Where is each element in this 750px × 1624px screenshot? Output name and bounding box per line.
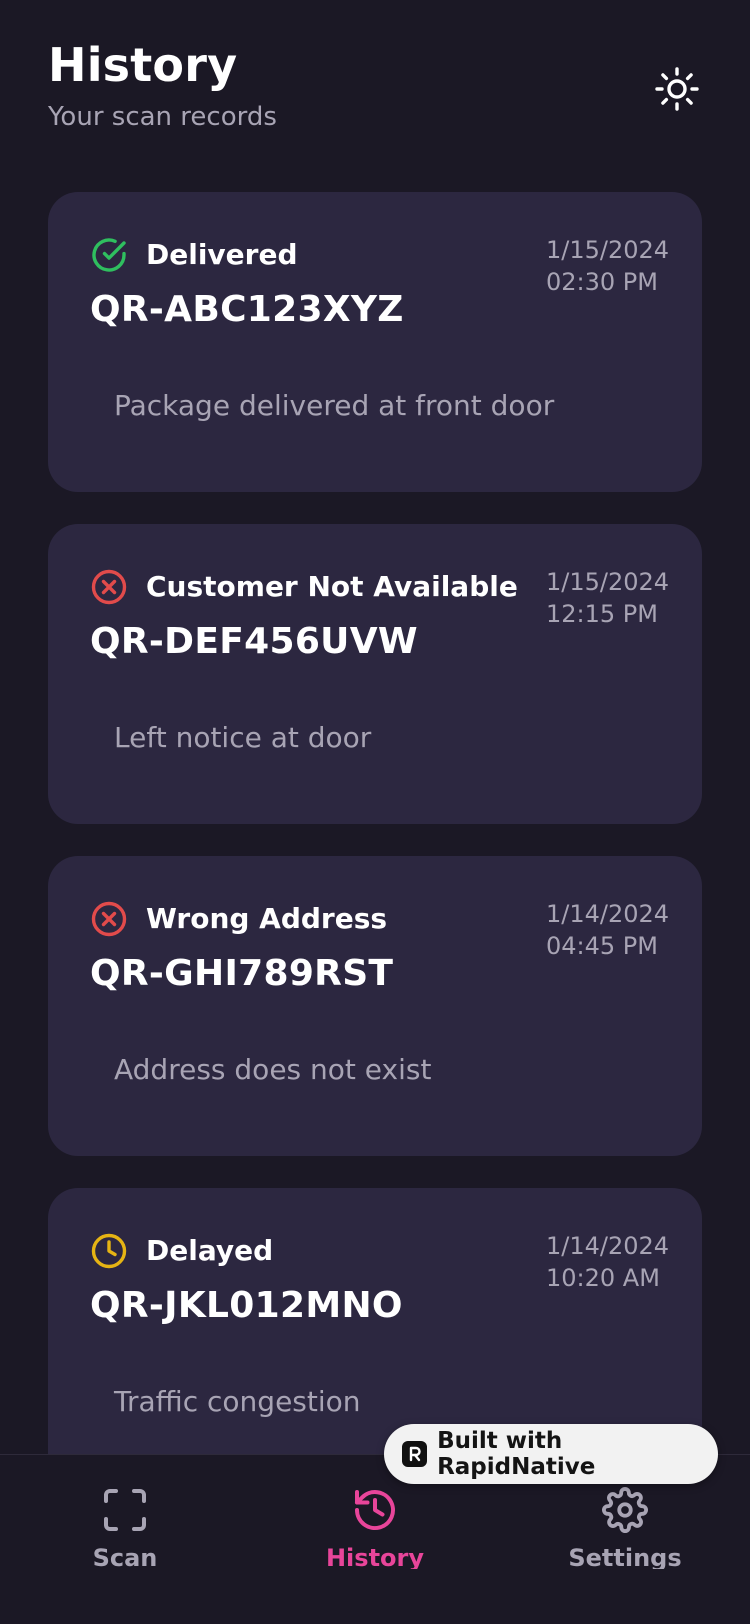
record-date: 1/14/2024	[546, 900, 670, 928]
x-circle-icon	[91, 569, 127, 605]
record-code: QR-ABC123XYZ	[90, 289, 404, 330]
rapidnative-logo	[402, 1441, 428, 1467]
record-time: 10:20 AM	[546, 1264, 660, 1292]
history-screen: History Your scan records Delivered 1/15…	[0, 0, 750, 1624]
record-datetime: 1/14/2024 04:45 PM	[546, 898, 669, 962]
record-code: QR-DEF456UVW	[90, 621, 418, 662]
record-date: 1/14/2024	[546, 1232, 670, 1260]
status-label: Customer Not Available	[146, 570, 518, 603]
built-with-badge[interactable]: Built with RapidNative	[384, 1424, 718, 1484]
status-label: Delivered	[146, 238, 298, 271]
nav-item-scan[interactable]: Scan	[50, 1487, 200, 1587]
record-date: 1/15/2024	[546, 236, 670, 264]
check-circle-icon	[92, 238, 126, 272]
record-datetime: 1/15/2024 12:15 PM	[546, 566, 669, 630]
record-note: Address does not exist	[114, 1053, 432, 1086]
clock-icon	[91, 1233, 127, 1269]
record-code: QR-JKL012MNO	[90, 1285, 403, 1326]
history-icon	[354, 1490, 395, 1531]
gear-icon	[602, 1487, 648, 1533]
record-datetime: 1/14/2024 10:20 AM	[546, 1230, 669, 1294]
header: History Your scan records	[48, 36, 277, 132]
nav-label: Settings	[568, 1544, 682, 1569]
nav-item-settings[interactable]: Settings	[550, 1487, 700, 1587]
badge-label: Built with RapidNative	[437, 1428, 596, 1480]
status-label: Wrong Address	[146, 902, 388, 935]
nav-item-history[interactable]: History	[300, 1487, 450, 1587]
records-list: Delivered 1/15/2024 02:30 PM QR-ABC123XY…	[48, 192, 702, 1520]
record-time: 02:30 PM	[546, 268, 658, 296]
record-time: 04:45 PM	[546, 932, 658, 960]
theme-toggle-button[interactable]	[652, 64, 702, 114]
nav-label: Scan	[92, 1544, 158, 1569]
record-note: Package delivered at front door	[114, 389, 555, 422]
scan-frame-icon	[104, 1489, 146, 1531]
status-label: Delayed	[146, 1234, 274, 1267]
record-card[interactable]: Wrong Address 1/14/2024 04:45 PM QR-GHI7…	[48, 856, 702, 1156]
page-title: History	[48, 38, 238, 92]
record-date: 1/15/2024	[546, 568, 670, 596]
record-datetime: 1/15/2024 02:30 PM	[546, 234, 669, 298]
record-card[interactable]: Customer Not Available 1/15/2024 12:15 P…	[48, 524, 702, 824]
record-note: Traffic congestion	[114, 1385, 361, 1418]
record-time: 12:15 PM	[546, 600, 658, 628]
record-note: Left notice at door	[114, 721, 372, 754]
page-subtitle: Your scan records	[48, 102, 277, 132]
x-circle-icon	[91, 901, 127, 937]
nav-label: History	[325, 1544, 425, 1569]
record-code: QR-GHI789RST	[90, 953, 394, 994]
record-card[interactable]: Delivered 1/15/2024 02:30 PM QR-ABC123XY…	[48, 192, 702, 492]
sun-icon	[655, 67, 699, 111]
